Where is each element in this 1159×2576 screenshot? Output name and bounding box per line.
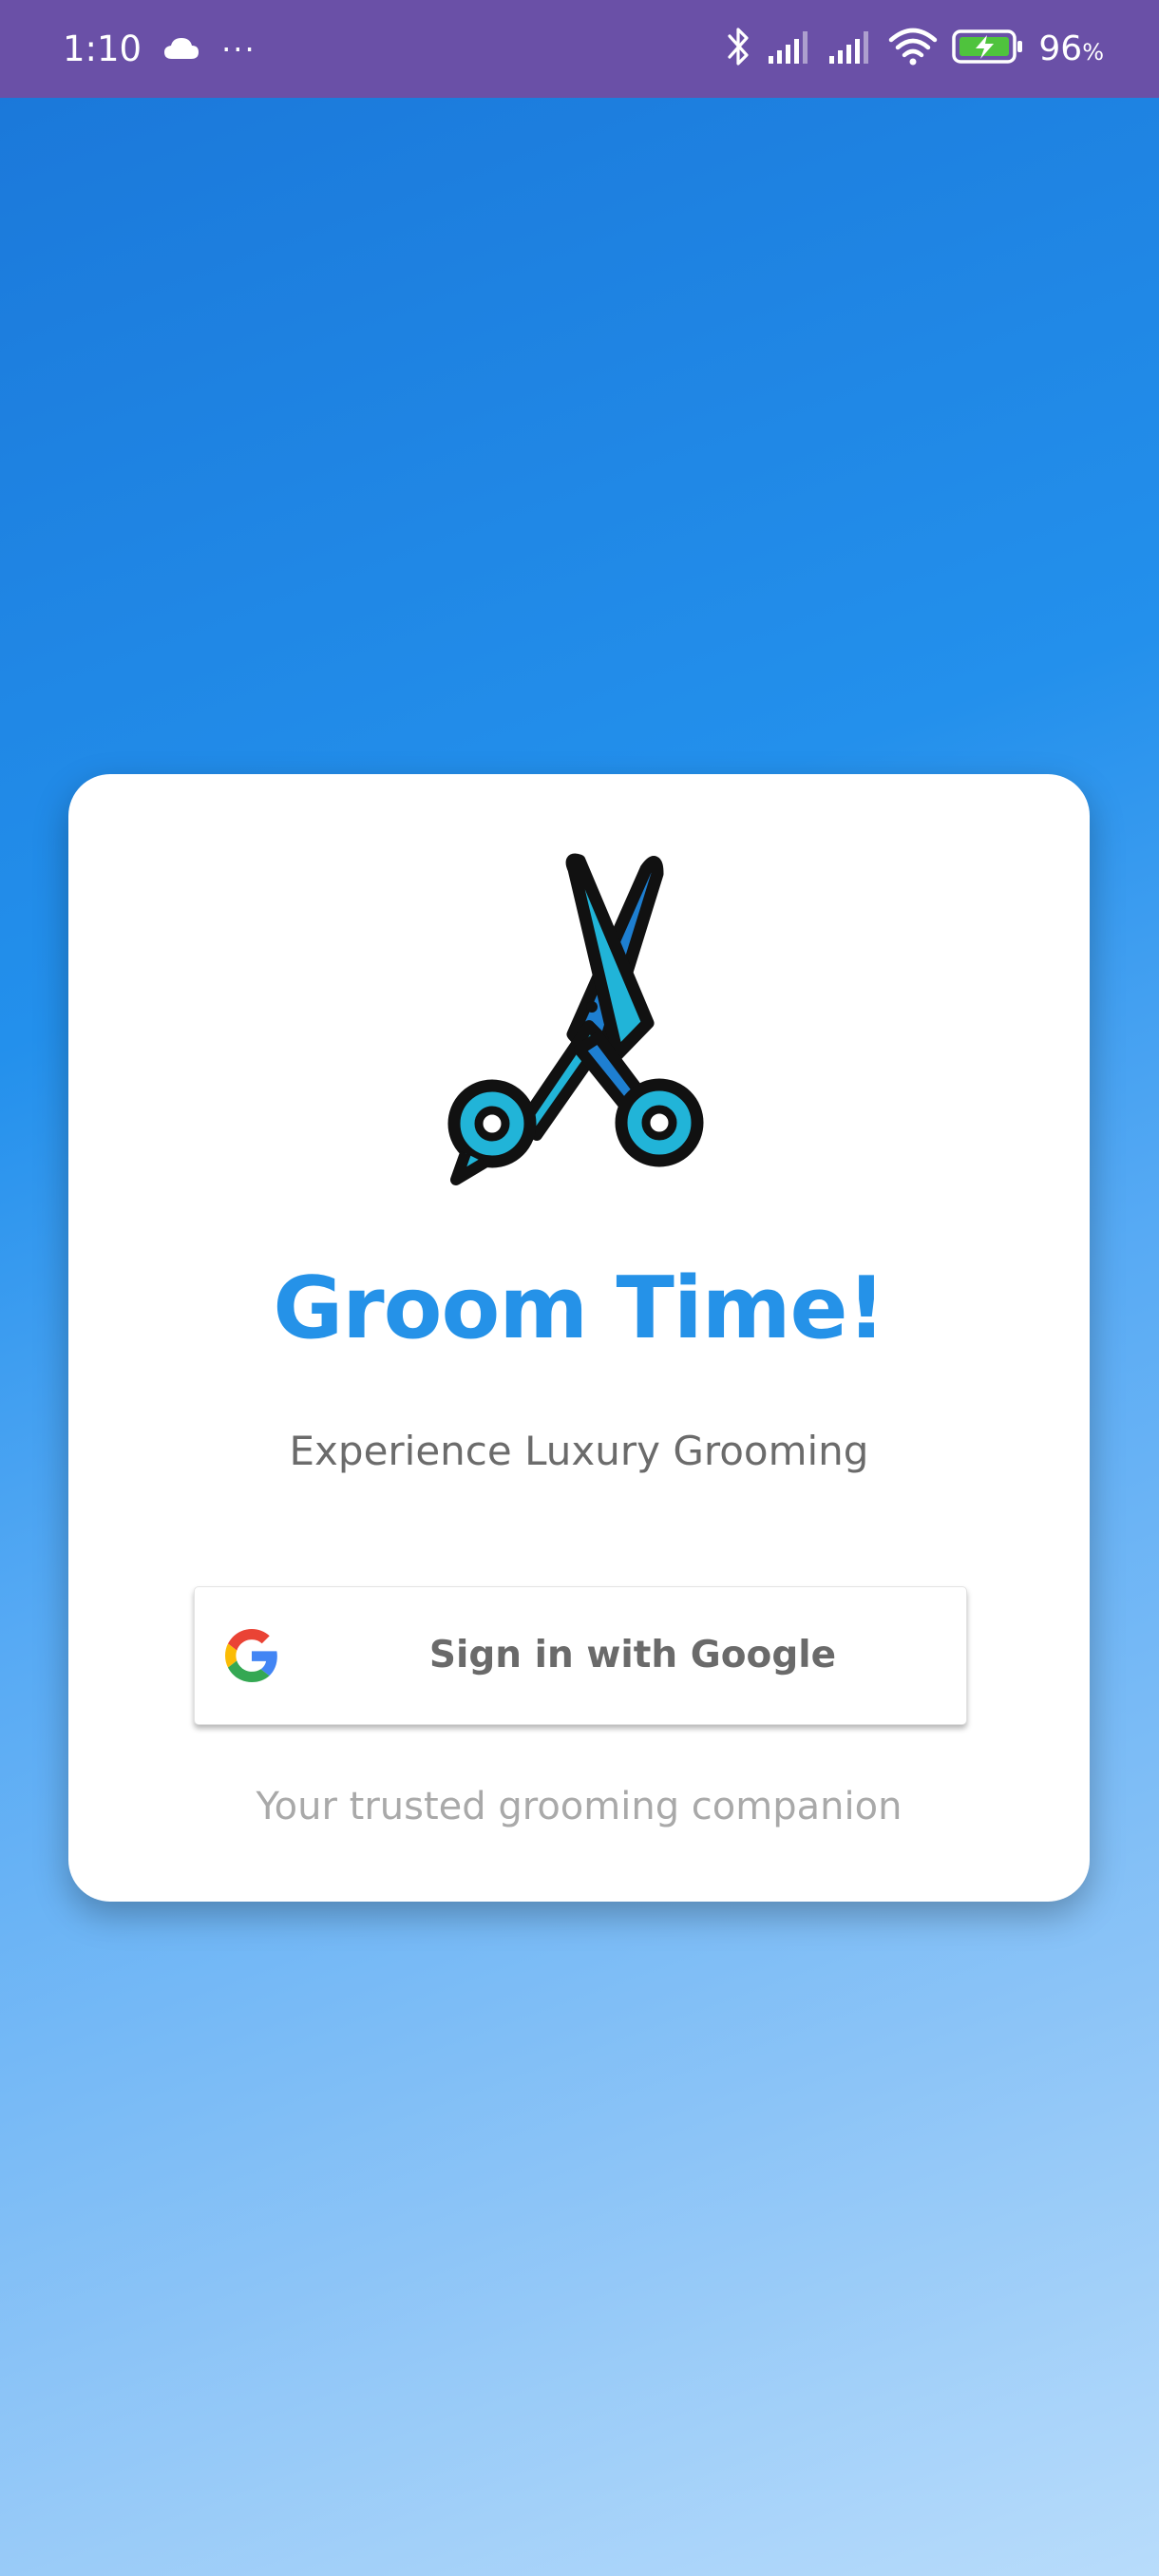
- signal-icon: [827, 28, 875, 70]
- status-right: 96%: [725, 0, 1104, 98]
- google-sign-in-button[interactable]: Sign in with Google: [194, 1586, 967, 1725]
- app-subtitle: Experience Luxury Grooming: [289, 1428, 869, 1474]
- cloud-icon: [162, 28, 200, 69]
- status-left: 1:10 ···: [63, 0, 256, 98]
- tagline: Your trusted grooming companion: [256, 1785, 902, 1828]
- login-screen: 1:10 ··· 96% Groom Time! Experience Luxu…: [0, 0, 1159, 2576]
- battery-charging-icon: [951, 28, 1025, 70]
- login-card: Groom Time! Experience Luxury Grooming S…: [68, 774, 1090, 1902]
- scissors-icon: [446, 836, 722, 1206]
- app-title: Groom Time!: [273, 1259, 885, 1358]
- bluetooth-icon: [725, 25, 753, 73]
- status-bar: 1:10 ··· 96%: [0, 0, 1159, 98]
- battery-level: 96%: [1038, 29, 1104, 68]
- more-notifications-icon: ···: [221, 30, 256, 67]
- wifi-icon: [888, 27, 938, 71]
- google-sign-in-label: Sign in with Google: [428, 1634, 837, 1676]
- status-time: 1:10: [63, 28, 142, 69]
- google-g-icon: [225, 1629, 278, 1682]
- signal-icon: [767, 28, 814, 70]
